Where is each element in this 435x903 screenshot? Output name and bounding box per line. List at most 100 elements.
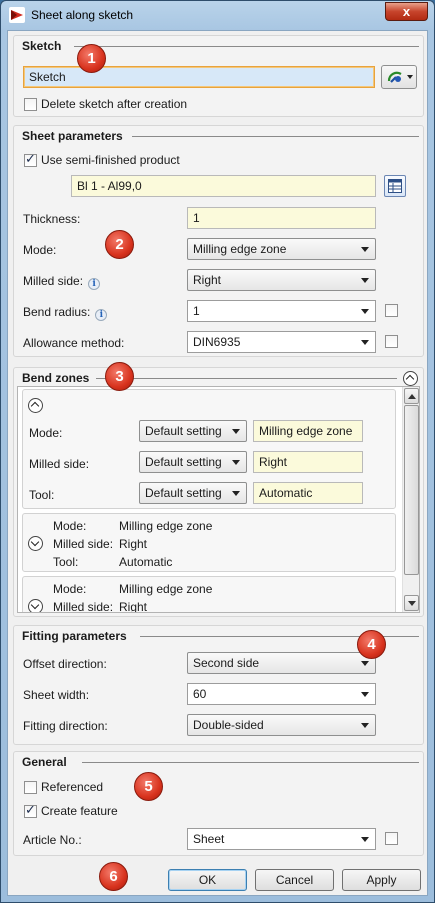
zone-mode-value[interactable]: Milling edge zone xyxy=(253,420,363,442)
callout-badge-3: 3 xyxy=(105,362,134,391)
callout-badge-4: 4 xyxy=(357,630,386,659)
bend-radius-label-text: Bend radius: xyxy=(23,305,91,319)
chevron-down-icon xyxy=(232,460,240,465)
scroll-down-button[interactable] xyxy=(404,595,419,611)
create-feature-label: Create feature xyxy=(41,804,118,818)
expand-zone-icon[interactable] xyxy=(28,599,43,612)
fitting-direction-select[interactable]: Double-sided xyxy=(187,714,376,736)
chevron-down-icon xyxy=(361,278,369,283)
chevron-down-icon xyxy=(361,723,369,728)
summary-tool-value: Automatic xyxy=(119,555,173,569)
mode-label: Mode: xyxy=(23,243,57,257)
summary-milled-value: Right xyxy=(119,537,148,551)
summary-milled-label: Milled side: xyxy=(53,537,114,551)
article-no-label: Article No.: xyxy=(23,833,82,847)
fitting-direction-label: Fitting direction: xyxy=(23,719,108,733)
use-semi-finished-checkbox[interactable] xyxy=(24,152,37,167)
cancel-button[interactable]: Cancel xyxy=(255,869,334,891)
window-title: Sheet along sketch xyxy=(31,8,134,22)
bend-zones-group: Bend zones Mode: Default setting Milling… xyxy=(13,367,424,617)
callout-badge-1: 1 xyxy=(77,44,106,73)
bend-radius-label: Bend radius: i xyxy=(23,305,108,321)
referenced-label: Referenced xyxy=(41,780,104,794)
allowance-method-label: Allowance method: xyxy=(23,336,125,350)
semi-finished-field[interactable]: Bl 1 - Al99,0 xyxy=(71,175,376,197)
callout-badge-2: 2 xyxy=(105,230,134,259)
vertical-scrollbar[interactable] xyxy=(402,387,419,612)
zone-tool-value[interactable]: Automatic xyxy=(253,482,363,504)
create-feature-checkbox[interactable] xyxy=(24,803,37,818)
general-heading: General xyxy=(22,755,71,769)
chevron-down-icon xyxy=(232,429,240,434)
thickness-label: Thickness: xyxy=(23,212,81,226)
allowance-method-value: DIN6935 xyxy=(193,335,241,349)
zone-mode-setting-select[interactable]: Default setting xyxy=(139,420,247,442)
sketch-picker-button[interactable] xyxy=(381,65,417,89)
chevron-down-icon xyxy=(232,491,240,496)
chevron-down-icon xyxy=(361,247,369,252)
zone-tool-label: Tool: xyxy=(29,488,55,502)
scroll-thumb[interactable] xyxy=(404,405,419,575)
expand-zone-icon[interactable] xyxy=(28,536,43,551)
pick-sketch-icon xyxy=(387,71,402,83)
bend-radius-checkbox[interactable] xyxy=(385,304,398,317)
use-semi-finished-label: Use semi-finished product xyxy=(41,153,180,167)
info-icon[interactable]: i xyxy=(88,278,101,290)
close-button[interactable]: x xyxy=(385,2,428,21)
bend-radius-combo[interactable]: 1 xyxy=(187,300,376,322)
sketch-heading: Sketch xyxy=(22,39,66,53)
chevron-down-icon xyxy=(361,661,369,666)
bend-zone-summary[interactable]: Mode: Milling edge zone Milled side: Rig… xyxy=(22,576,396,613)
ok-button[interactable]: OK xyxy=(168,869,247,891)
collapse-zone-icon[interactable] xyxy=(28,398,43,413)
library-button[interactable] xyxy=(384,175,406,197)
sheet-parameters-heading: Sheet parameters xyxy=(22,129,127,143)
scroll-up-button[interactable] xyxy=(404,388,419,404)
delete-sketch-checkbox[interactable] xyxy=(24,98,37,111)
divider xyxy=(74,46,419,47)
referenced-checkbox[interactable] xyxy=(24,781,37,794)
article-no-combo[interactable]: Sheet xyxy=(187,828,376,850)
delete-sketch-label: Delete sketch after creation xyxy=(41,97,188,111)
divider xyxy=(82,762,419,763)
chevron-down-icon xyxy=(361,309,369,314)
article-no-checkbox[interactable] xyxy=(385,832,398,845)
bend-zone-summary[interactable]: Mode: Milling edge zone Milled side: Rig… xyxy=(22,513,396,572)
offset-direction-select[interactable]: Second side xyxy=(187,652,376,674)
zone-tool-setting-select[interactable]: Default setting xyxy=(139,482,247,504)
allowance-method-combo[interactable]: DIN6935 xyxy=(187,331,376,353)
bend-zones-heading: Bend zones xyxy=(22,371,94,385)
summary-milled-value: Right xyxy=(119,600,148,613)
milled-side-select[interactable]: Right xyxy=(187,269,376,291)
zone-milled-side-value[interactable]: Right xyxy=(253,451,363,473)
callout-badge-5: 5 xyxy=(134,772,163,801)
zone-mode-setting-value: Default setting xyxy=(145,424,222,438)
app-icon xyxy=(9,7,25,23)
divider xyxy=(132,136,419,137)
apply-button[interactable]: Apply xyxy=(342,869,421,891)
zone-milled-side-setting-select[interactable]: Default setting xyxy=(139,451,247,473)
bend-zones-list[interactable]: Mode: Default setting Milling edge zone … xyxy=(17,386,420,613)
title-bar[interactable]: Sheet along sketch x xyxy=(1,1,434,29)
collapse-section-icon[interactable] xyxy=(403,371,418,386)
divider xyxy=(96,378,397,379)
arrow-up-icon xyxy=(408,394,416,399)
bend-zone-editor: Mode: Default setting Milling edge zone … xyxy=(22,389,396,509)
info-icon[interactable]: i xyxy=(95,309,108,321)
sheet-parameters-group: Sheet parameters Use semi-finished produ… xyxy=(13,125,424,357)
milled-side-label-text: Milled side: xyxy=(23,274,84,288)
summary-milled-label: Milled side: xyxy=(53,600,114,613)
fitting-parameters-heading: Fitting parameters xyxy=(22,629,131,643)
arrow-down-icon xyxy=(408,601,416,606)
thickness-field[interactable]: 1 xyxy=(187,207,376,229)
sheet-width-value: 60 xyxy=(193,687,207,701)
mode-select[interactable]: Milling edge zone xyxy=(187,238,376,260)
allowance-method-checkbox[interactable] xyxy=(385,335,398,348)
sketch-field[interactable]: Sketch xyxy=(23,66,375,88)
mode-select-value: Milling edge zone xyxy=(193,242,287,256)
chevron-down-icon xyxy=(361,692,369,697)
offset-direction-value: Second side xyxy=(193,656,260,670)
summary-mode-value: Milling edge zone xyxy=(119,519,213,533)
sheet-width-combo[interactable]: 60 xyxy=(187,683,376,705)
offset-direction-label: Offset direction: xyxy=(23,657,107,671)
